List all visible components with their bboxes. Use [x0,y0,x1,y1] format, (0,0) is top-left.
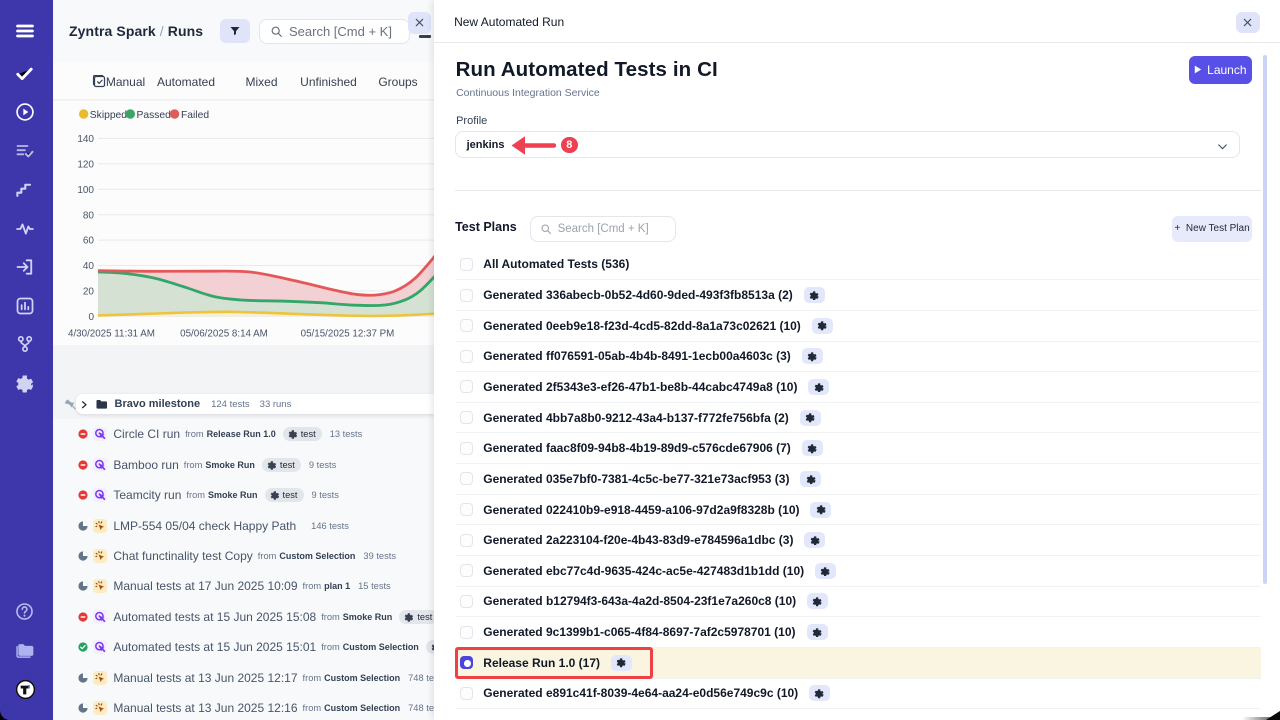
svg-text:80: 80 [83,210,95,221]
svg-text:120: 120 [77,159,94,170]
svg-text:05/06/2025 8:14 AM: 05/06/2025 8:14 AM [180,328,268,339]
svg-text:0: 0 [88,312,94,323]
svg-text:05/15/2025 12:37 PM: 05/15/2025 12:37 PM [301,328,395,339]
svg-text:40: 40 [83,261,95,272]
svg-text:20: 20 [83,287,95,298]
svg-text:Failed: Failed [181,110,209,121]
svg-text:Skipped: Skipped [90,110,127,121]
svg-text:60: 60 [83,236,95,247]
svg-text:4/30/2025 11:31 AM: 4/30/2025 11:31 AM [68,328,155,339]
svg-text:100: 100 [77,185,94,196]
svg-text:Passed: Passed [137,110,172,121]
svg-text:140: 140 [77,134,94,145]
